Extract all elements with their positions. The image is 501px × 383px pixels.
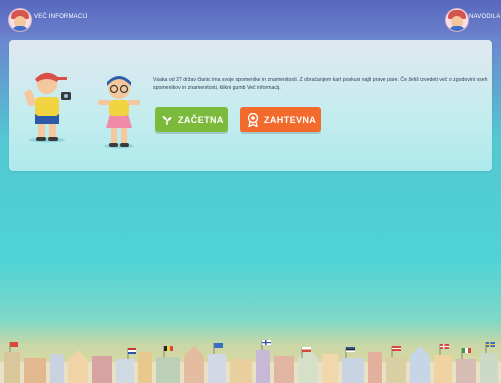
medal-icon: [247, 112, 259, 127]
boy-with-camera-illustration: [24, 72, 71, 143]
top-bar: VEČ INFORMACIJ NAVODILA: [0, 0, 501, 36]
intro-text: Vsaka od 27 držav članic ima svoje spome…: [153, 77, 488, 91]
girl-with-glasses-illustration: [98, 76, 140, 149]
avatar-shirt: [449, 26, 465, 31]
more-info-link[interactable]: VEČ INFORMACIJ: [34, 14, 87, 20]
easy-level-label: ZAČETNA: [178, 114, 224, 125]
hard-level-button[interactable]: ZAHTEVNA: [240, 107, 321, 132]
hard-level-label: ZAHTEVNA: [264, 114, 317, 125]
european-city-skyline-illustration: [0, 340, 501, 383]
avatar-shirt: [12, 26, 28, 31]
more-info-avatar-icon[interactable]: [8, 8, 32, 32]
sprout-icon: [162, 115, 172, 125]
instructions-link[interactable]: NAVODILA: [469, 14, 501, 20]
instructions-avatar-icon[interactable]: [445, 8, 469, 32]
easy-level-button[interactable]: ZAČETNA: [155, 107, 228, 132]
